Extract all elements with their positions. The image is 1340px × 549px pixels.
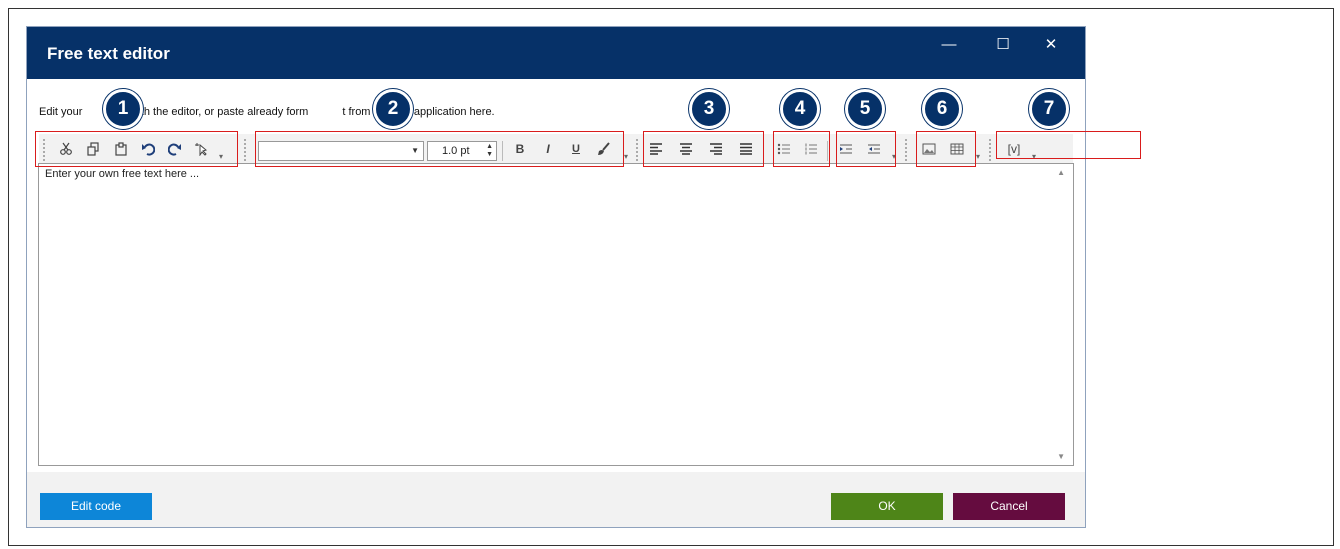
title-bar: Free text editor — ☐ ✕	[27, 27, 1085, 79]
toolbar-overflow-icon[interactable]: ▾	[219, 153, 225, 162]
marker-1: 1	[103, 89, 143, 129]
redo-icon[interactable]	[165, 138, 185, 160]
outdent-icon[interactable]	[864, 138, 884, 160]
select-all-icon[interactable]	[191, 138, 211, 160]
paste-icon[interactable]	[111, 138, 131, 160]
cancel-button[interactable]: Cancel	[953, 493, 1065, 520]
instructions-part-2: with the editor, or paste already form	[130, 106, 309, 118]
toolbar-separator	[827, 141, 828, 161]
font-size-value: 1.0 pt	[442, 145, 470, 157]
bullet-list-icon[interactable]	[774, 138, 794, 160]
variable-button[interactable]: [v]	[1001, 138, 1027, 160]
toolbar-separator	[502, 141, 503, 161]
format-painter-icon[interactable]	[594, 138, 614, 160]
close-icon[interactable]: ✕	[1033, 35, 1069, 59]
text-editor-area[interactable]: Enter your own free text here ... ▲ ▼	[38, 163, 1074, 466]
toolbar-overflow-icon[interactable]: ▾	[892, 153, 898, 162]
maximize-icon[interactable]: ☐	[985, 35, 1021, 59]
marker-2: 2	[373, 89, 413, 129]
toolbar-grip[interactable]	[636, 139, 640, 161]
dropdown-arrow-icon[interactable]: ▼	[411, 146, 419, 155]
font-size-spinner-icon[interactable]: ▲ ▼	[486, 143, 493, 159]
marker-3: 3	[689, 89, 729, 129]
scroll-up-icon[interactable]: ▲	[1057, 168, 1065, 177]
minimize-icon[interactable]: —	[931, 35, 967, 59]
toolbar-overflow-icon[interactable]: ▾	[624, 153, 630, 162]
cut-icon[interactable]	[56, 138, 76, 160]
toolbar-grip[interactable]	[905, 139, 909, 161]
italic-button[interactable]: I	[538, 138, 558, 160]
justify-icon[interactable]	[736, 138, 756, 160]
underline-button[interactable]: U	[566, 138, 586, 160]
dialog-footer: Edit code OK Cancel	[27, 472, 1085, 527]
font-size-input[interactable]: 1.0 pt ▲ ▼	[427, 141, 497, 161]
edit-code-button[interactable]: Edit code	[40, 493, 152, 520]
scroll-down-icon[interactable]: ▼	[1057, 452, 1065, 461]
toolbar-grip[interactable]	[244, 139, 248, 161]
table-icon[interactable]	[947, 138, 967, 160]
copy-icon[interactable]	[83, 138, 103, 160]
toolbar-overflow-icon[interactable]: ▾	[1032, 153, 1038, 162]
marker-6: 6	[922, 89, 962, 129]
dialog-title: Free text editor	[47, 44, 170, 63]
bold-button[interactable]: B	[510, 138, 530, 160]
image-icon[interactable]	[919, 138, 939, 160]
marker-7: 7	[1029, 89, 1069, 129]
toolbar-overflow-icon[interactable]: ▾	[976, 153, 982, 162]
align-left-icon[interactable]	[646, 138, 666, 160]
align-center-icon[interactable]	[676, 138, 696, 160]
align-right-icon[interactable]	[706, 138, 726, 160]
instructions-part-1: Edit your	[39, 106, 83, 118]
toolbar-grip[interactable]	[43, 139, 47, 161]
font-family-select[interactable]: ▼	[258, 141, 424, 161]
undo-icon[interactable]	[138, 138, 158, 160]
editor-placeholder-text: Enter your own free text here ...	[45, 168, 200, 180]
marker-4: 4	[780, 89, 820, 129]
toolbar-grip[interactable]	[989, 139, 993, 161]
marker-5: 5	[845, 89, 885, 129]
numbered-list-icon[interactable]	[801, 138, 821, 160]
indent-icon[interactable]	[836, 138, 856, 160]
ok-button[interactable]: OK	[831, 493, 943, 520]
instructions-part-3: t from another application here.	[342, 106, 495, 118]
